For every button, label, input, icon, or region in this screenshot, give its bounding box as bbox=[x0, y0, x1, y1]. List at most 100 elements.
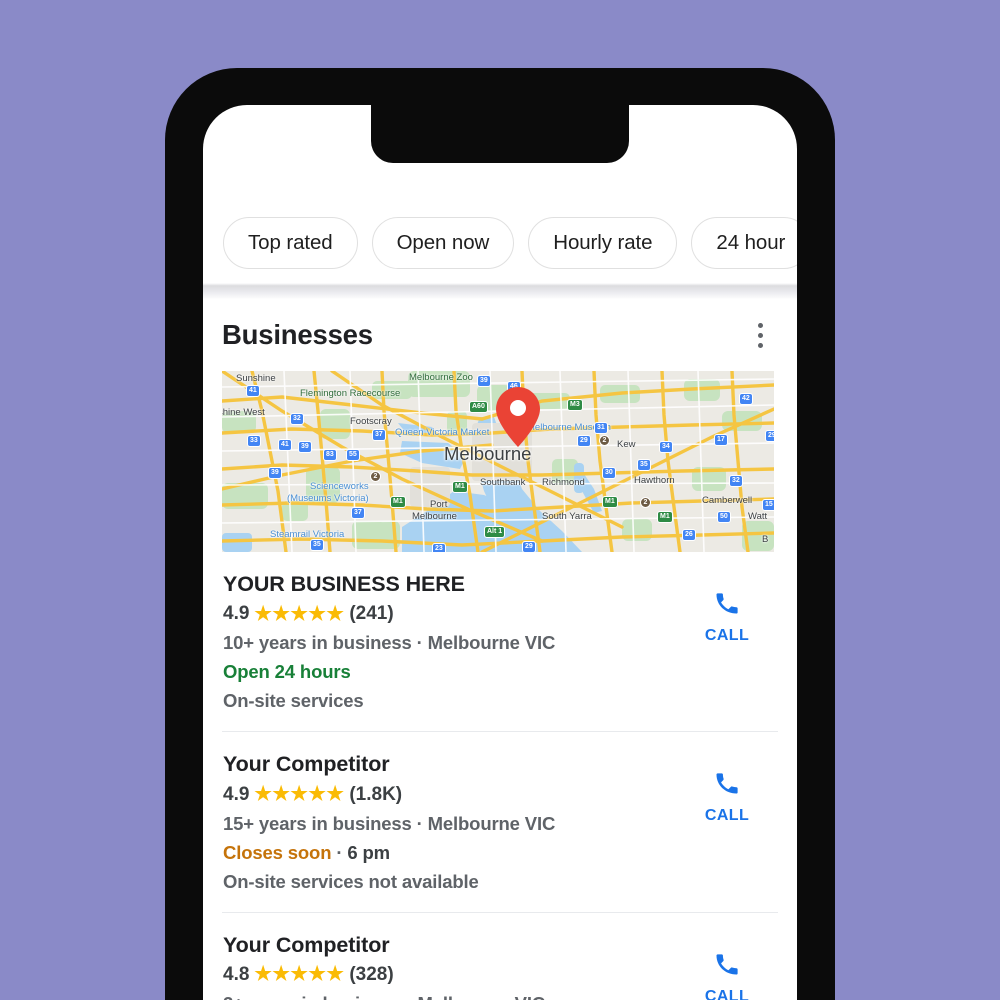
filter-chip-open-now[interactable]: Open now bbox=[371, 217, 515, 269]
map-label: Melbourne Zoo bbox=[409, 372, 473, 383]
hours-separator: · bbox=[336, 841, 343, 863]
map-road-shield: 37 bbox=[372, 429, 386, 441]
closing-time: 6 pm bbox=[347, 841, 390, 863]
map-road-shield: 17 bbox=[714, 434, 728, 446]
filter-chip-hourly-rate[interactable]: Hourly rate bbox=[528, 217, 678, 269]
map-road-shield: M1 bbox=[452, 481, 468, 493]
map-road-shield: 30 bbox=[602, 467, 616, 479]
business-meta: 15+ years in business · Melbourne VIC bbox=[223, 812, 556, 834]
map-road-shield: 50 bbox=[717, 511, 731, 523]
hours-status: Closes soon bbox=[223, 841, 332, 863]
map-road-shield: 33 bbox=[247, 435, 261, 447]
business-name[interactable]: YOUR BUSINESS HERE bbox=[223, 572, 679, 597]
review-count: (1.8K) bbox=[349, 783, 403, 805]
business-listing-row[interactable]: Your Competitor 4.9 ★★★★★ (1.8K) 15+ years i… bbox=[222, 731, 778, 911]
map-road-shield: M1 bbox=[390, 496, 406, 508]
map-label: Melbourne bbox=[412, 511, 457, 522]
map-label: Steamrail Victoria bbox=[270, 529, 345, 540]
call-button-label: CALL bbox=[704, 627, 750, 644]
map-label: shine West bbox=[222, 407, 265, 418]
map-label: Sunshine bbox=[236, 373, 276, 384]
map-road-shield: 55 bbox=[346, 449, 360, 461]
map-road-shield: 83 bbox=[323, 449, 337, 461]
call-button[interactable]: CALL bbox=[679, 752, 775, 825]
service-availability: On-site services bbox=[223, 690, 364, 712]
map-road-shield: 37 bbox=[351, 507, 365, 519]
map-road-shield: 34 bbox=[659, 441, 673, 453]
map-road-shield: M3 bbox=[567, 399, 583, 411]
map-location-pin[interactable] bbox=[495, 386, 541, 448]
businesses-card: Businesses Melbourne Sunshine Melbourne … bbox=[203, 299, 797, 1000]
map-label: Scienceworks bbox=[310, 481, 369, 492]
map-road-shield: 26 bbox=[682, 529, 696, 541]
map-label: Flemington Racecourse bbox=[300, 388, 401, 399]
call-button-label: CALL bbox=[704, 807, 750, 825]
map-road-shield: 39 bbox=[268, 467, 282, 479]
star-rating-icon: ★★★★★ bbox=[254, 782, 345, 805]
hours-status: Open 24 hours bbox=[223, 661, 351, 683]
listing-details: Your Competitor 4.8★★★★★(328) 3+ years in … bbox=[223, 933, 679, 1000]
kebab-dot bbox=[757, 332, 763, 338]
map-road-shield: 29 bbox=[765, 430, 774, 442]
business-hours: Closes soon · 6 pm bbox=[223, 842, 679, 864]
page-title: Businesses bbox=[222, 319, 373, 350]
business-listing-row[interactable]: YOUR BUSINESS HERE 4.9 ★★★★★ (241) 10+ years… bbox=[222, 552, 778, 731]
map-label: Richmond bbox=[542, 477, 585, 488]
star-rating-icon: ★★★★★ bbox=[254, 963, 345, 986]
listing-details: Your Competitor 4.9 ★★★★★ (1.8K) 15+ years i… bbox=[223, 752, 679, 892]
map-road-shield: 41 bbox=[278, 439, 292, 451]
filter-chip-top-rated[interactable]: Top rated bbox=[223, 217, 358, 269]
business-meta: 3+ years in business · Melbourne VIC bbox=[223, 993, 679, 1000]
call-button[interactable]: CALL bbox=[679, 572, 775, 645]
business-hours: Open 24 hours bbox=[223, 661, 679, 683]
business-listings: YOUR BUSINESS HERE 4.9 ★★★★★ (241) 10+ years… bbox=[222, 552, 778, 1000]
kebab-dot bbox=[757, 322, 763, 328]
map-label: B bbox=[762, 534, 769, 545]
call-button-label: CALL bbox=[704, 987, 750, 1000]
kebab-menu-icon[interactable] bbox=[745, 318, 775, 352]
section-separator bbox=[203, 283, 797, 299]
map-road-shield: 32 bbox=[729, 475, 743, 487]
map-road-shield: 42 bbox=[739, 393, 753, 405]
rating-row: 4.8 ★★★★★ (328) bbox=[223, 964, 679, 986]
map-road-shield: 31 bbox=[594, 422, 608, 434]
map-road-shield: 2 bbox=[640, 497, 651, 508]
map-preview[interactable]: Melbourne Sunshine Melbourne Zoo Flemingto… bbox=[222, 371, 774, 552]
map-label: Watt bbox=[748, 511, 768, 522]
map-road-shield: M1 bbox=[602, 496, 618, 508]
business-name[interactable]: Your Competitor bbox=[223, 752, 679, 777]
map-label: (Museums Victoria) bbox=[287, 493, 369, 504]
map-road-shield: 15 bbox=[762, 499, 774, 511]
map-road-shield: M1 bbox=[657, 511, 673, 523]
kebab-dot bbox=[757, 342, 763, 348]
review-count: (328) bbox=[349, 964, 394, 986]
rating-value: 4.9 bbox=[223, 603, 250, 625]
map-road-shield: Alt 1 bbox=[484, 526, 506, 538]
map-label: Southbank bbox=[480, 477, 526, 488]
filter-chip-24-hour[interactable]: 24 hour bbox=[691, 217, 797, 269]
map-road-shield: 39 bbox=[477, 375, 491, 387]
review-count: (241) bbox=[349, 603, 394, 625]
map-label: Footscray bbox=[350, 416, 392, 427]
business-listing-row[interactable]: Your Competitor 4.8★★★★★(328) 3+ years in … bbox=[222, 911, 778, 1000]
map-label: South Yarra bbox=[542, 511, 592, 522]
phone-device-frame: Top ratedOpen nowHourly rate24 hourOnlin… bbox=[165, 68, 835, 1000]
map-road-shield: 29 bbox=[577, 435, 591, 447]
business-name[interactable]: Your Competitor bbox=[223, 933, 679, 958]
map-road-shield: 32 bbox=[290, 413, 304, 425]
rating-row: 4.9 ★★★★★ (241) bbox=[223, 603, 679, 625]
map-road-shield: 23 bbox=[432, 543, 446, 552]
filter-chip-bar[interactable]: Top ratedOpen nowHourly rate24 hourOnlin… bbox=[203, 203, 797, 283]
map-road-shield: 2 bbox=[599, 435, 610, 446]
map-road-shield: A60 bbox=[469, 401, 488, 413]
rating-value: 4.9 bbox=[223, 783, 250, 805]
business-meta: 10+ years in business · Melbourne VIC bbox=[223, 632, 556, 654]
phone-icon bbox=[713, 589, 741, 617]
map-road-shield: 2 bbox=[370, 471, 381, 482]
map-label: Camberwell bbox=[702, 495, 753, 506]
map-road-shield: 41 bbox=[246, 385, 260, 397]
phone-icon bbox=[713, 769, 741, 797]
map-label: Queen Victoria Market bbox=[395, 427, 490, 438]
call-button[interactable]: CALL bbox=[679, 933, 775, 1000]
star-rating-icon: ★★★★★ bbox=[254, 602, 345, 625]
